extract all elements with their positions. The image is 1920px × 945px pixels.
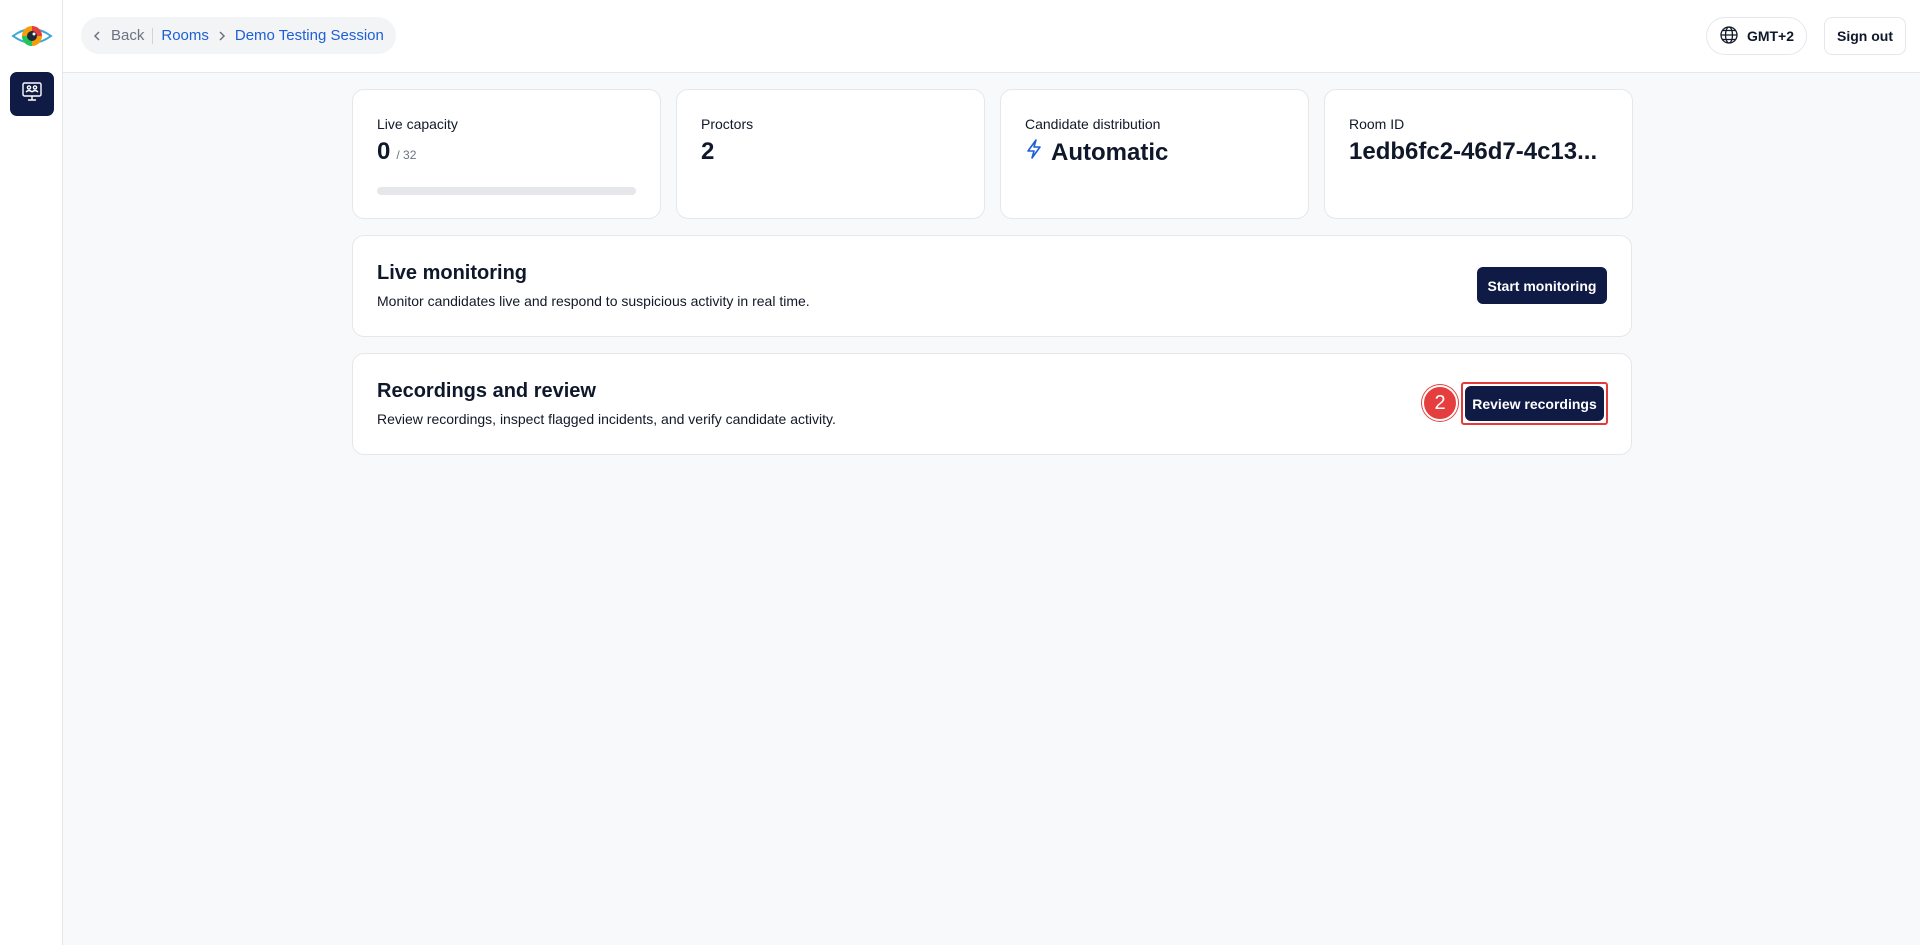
live-monitoring-title: Live monitoring	[377, 262, 527, 284]
sidebar	[0, 0, 63, 945]
monitor-people-icon	[21, 81, 43, 108]
room-id-card: Room ID 1edb6fc2-46d7-4c13...	[1324, 89, 1633, 219]
breadcrumb-rooms-link[interactable]: Rooms	[161, 27, 209, 44]
timezone-label: GMT+2	[1746, 28, 1795, 44]
room-id-value[interactable]: 1edb6fc2-46d7-4c13...	[1349, 138, 1608, 166]
breadcrumb: Back Rooms Demo Testing Session	[81, 17, 396, 54]
room-id-label: Room ID	[1349, 116, 1405, 132]
live-capacity-value-row: 0 / 32	[377, 138, 636, 166]
capacity-progress-bar	[377, 187, 636, 195]
live-monitoring-card: Live monitoring Monitor candidates live …	[352, 235, 1632, 337]
step-badge: 2	[1422, 385, 1458, 421]
chevron-left-icon	[93, 30, 100, 41]
top-bar: Back Rooms Demo Testing Session GMT+2 Si…	[63, 0, 1920, 73]
nav-rooms-button[interactable]	[10, 72, 54, 116]
recordings-review-description: Review recordings, inspect flagged incid…	[377, 411, 836, 427]
eye-logo-icon[interactable]	[11, 20, 53, 52]
candidate-distribution-value: Automatic	[1051, 138, 1169, 166]
sign-out-button[interactable]: Sign out	[1824, 17, 1906, 55]
chevron-right-icon	[217, 30, 227, 42]
live-capacity-value: 0	[377, 138, 391, 165]
back-label: Back	[111, 27, 145, 44]
breadcrumb-current[interactable]: Demo Testing Session	[235, 27, 384, 44]
back-button[interactable]: Back	[91, 27, 152, 44]
proctors-value: 2	[701, 138, 715, 165]
live-capacity-card: Live capacity 0 / 32	[352, 89, 661, 219]
live-capacity-max: / 32	[396, 148, 417, 162]
start-monitoring-button[interactable]: Start monitoring	[1477, 267, 1607, 304]
live-monitoring-description: Monitor candidates live and respond to s…	[377, 293, 810, 309]
lightning-icon	[1025, 138, 1043, 167]
proctors-label: Proctors	[701, 116, 754, 132]
recordings-review-card: Recordings and review Review recordings,…	[352, 353, 1632, 455]
review-recordings-button[interactable]: Review recordings	[1465, 386, 1604, 421]
candidate-distribution-label: Candidate distribution	[1025, 116, 1161, 132]
candidate-distribution-card: Candidate distribution Automatic	[1000, 89, 1309, 219]
timezone-button[interactable]: GMT+2	[1706, 17, 1807, 55]
breadcrumb-divider	[152, 27, 154, 44]
candidate-distribution-value-row: Automatic	[1025, 138, 1284, 167]
live-capacity-label: Live capacity	[377, 116, 458, 132]
proctors-card: Proctors 2	[676, 89, 985, 219]
globe-icon	[1719, 25, 1739, 48]
app-root: Back Rooms Demo Testing Session GMT+2 Si…	[0, 0, 1920, 945]
